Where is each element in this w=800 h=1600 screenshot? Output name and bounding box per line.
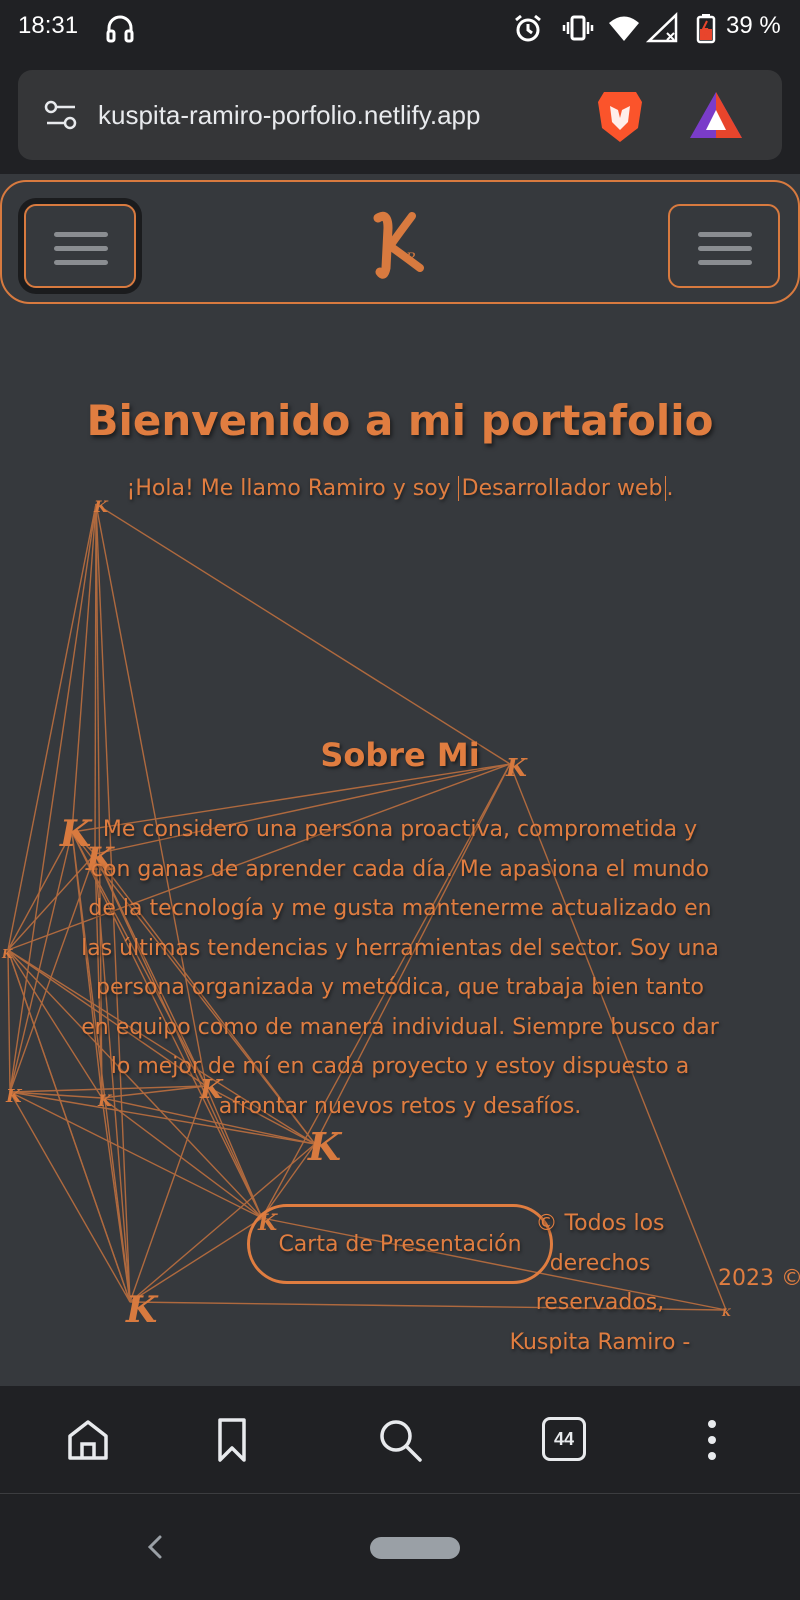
home-gesture-pill[interactable] bbox=[370, 1537, 460, 1559]
footer-year: 2023 © bbox=[718, 1266, 800, 1291]
vibrate-icon bbox=[562, 15, 594, 41]
about-text: Me considero una persona proactiva, comp… bbox=[81, 817, 719, 1119]
brave-shields-icon[interactable] bbox=[594, 88, 646, 144]
left-menu-button[interactable] bbox=[24, 204, 136, 288]
hamburger-icon-bar bbox=[698, 246, 752, 251]
hero-subtitle-suffix: . bbox=[666, 476, 674, 501]
search-icon[interactable] bbox=[374, 1414, 426, 1466]
footer-copyright: © Todos los derechos reservados, Kuspita… bbox=[509, 1211, 691, 1355]
web-page: K K K K K K K K K K K K R Bienvenido a m… bbox=[0, 174, 800, 1386]
hamburger-icon bbox=[54, 232, 108, 237]
home-icon[interactable] bbox=[62, 1414, 114, 1466]
url-text[interactable]: kuspita-ramiro-porfolio.netlify.app bbox=[98, 100, 480, 131]
battery-percentage: 39 % bbox=[726, 12, 781, 39]
android-navigation-bar bbox=[0, 1495, 800, 1600]
right-menu-button[interactable] bbox=[668, 204, 780, 288]
alarm-icon bbox=[515, 14, 541, 42]
svg-text:K: K bbox=[307, 1124, 343, 1169]
hero-subtitle-prefix: ¡Hola! Me llamo Ramiro y soy bbox=[126, 476, 458, 501]
hamburger-icon-bar bbox=[54, 246, 108, 251]
bookmark-icon[interactable] bbox=[206, 1414, 258, 1466]
brave-rewards-icon[interactable] bbox=[688, 90, 744, 142]
site-navbar: R bbox=[0, 180, 800, 304]
address-bar[interactable]: kuspita-ramiro-porfolio.netlify.app bbox=[18, 70, 782, 160]
kr-logo[interactable]: R bbox=[370, 208, 432, 280]
hero-title: Bienvenido a mi portafolio bbox=[86, 396, 714, 445]
hamburger-icon-bar bbox=[54, 260, 108, 265]
status-bar: 18:31 39 % bbox=[0, 0, 800, 56]
hero-subtitle: ¡Hola! Me llamo Ramiro y soy Desarrollad… bbox=[0, 476, 800, 501]
svg-text:K: K bbox=[5, 1086, 23, 1107]
typed-role: Desarrollador web bbox=[457, 476, 667, 501]
svg-text:R: R bbox=[405, 251, 416, 266]
browser-bottom-toolbar: 44 bbox=[0, 1386, 800, 1494]
svg-text:K: K bbox=[125, 1289, 159, 1331]
svg-text:K: K bbox=[1, 947, 13, 961]
status-time: 18:31 bbox=[18, 12, 79, 39]
about-title: Sobre Mi bbox=[320, 736, 480, 774]
back-icon[interactable] bbox=[142, 1531, 166, 1563]
signal-icon bbox=[646, 12, 678, 43]
headphones-icon bbox=[106, 15, 134, 43]
site-settings-icon[interactable] bbox=[44, 98, 78, 132]
tab-switcher-button[interactable]: 44 bbox=[542, 1417, 586, 1461]
hamburger-icon bbox=[698, 232, 752, 237]
wifi-icon bbox=[609, 16, 639, 41]
browser-toolbar: kuspita-ramiro-porfolio.netlify.app bbox=[0, 56, 800, 174]
hamburger-icon-bar bbox=[698, 260, 752, 265]
more-options-icon[interactable] bbox=[686, 1414, 738, 1466]
svg-text:K: K bbox=[721, 1308, 732, 1319]
battery-icon bbox=[696, 14, 716, 44]
